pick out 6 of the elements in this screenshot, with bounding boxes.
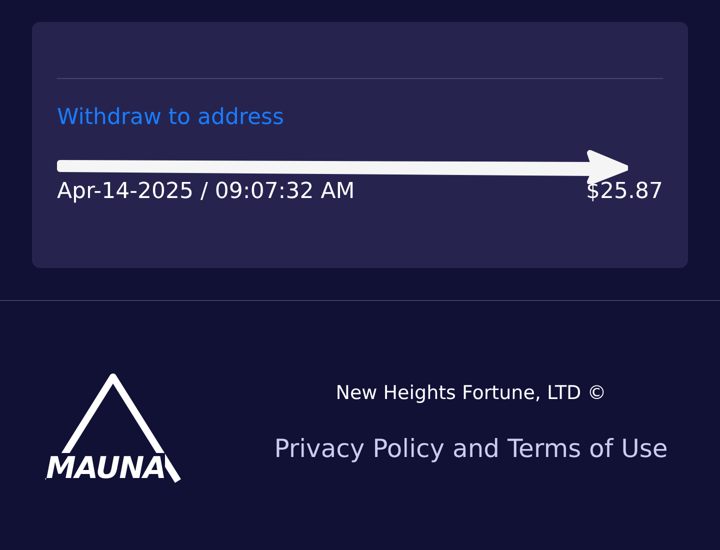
privacy-terms-link[interactable]: Privacy Policy and Terms of Use — [274, 430, 668, 467]
transaction-datetime: Apr-14-2025 / 09:07:32 AM — [57, 178, 355, 206]
company-copyright: New Heights Fortune, LTD © — [336, 381, 606, 406]
transaction-amount: $25.87 — [586, 178, 663, 206]
mauna-logo: MAUNA — [44, 373, 182, 485]
transaction-type: Withdraw to address — [57, 104, 285, 132]
